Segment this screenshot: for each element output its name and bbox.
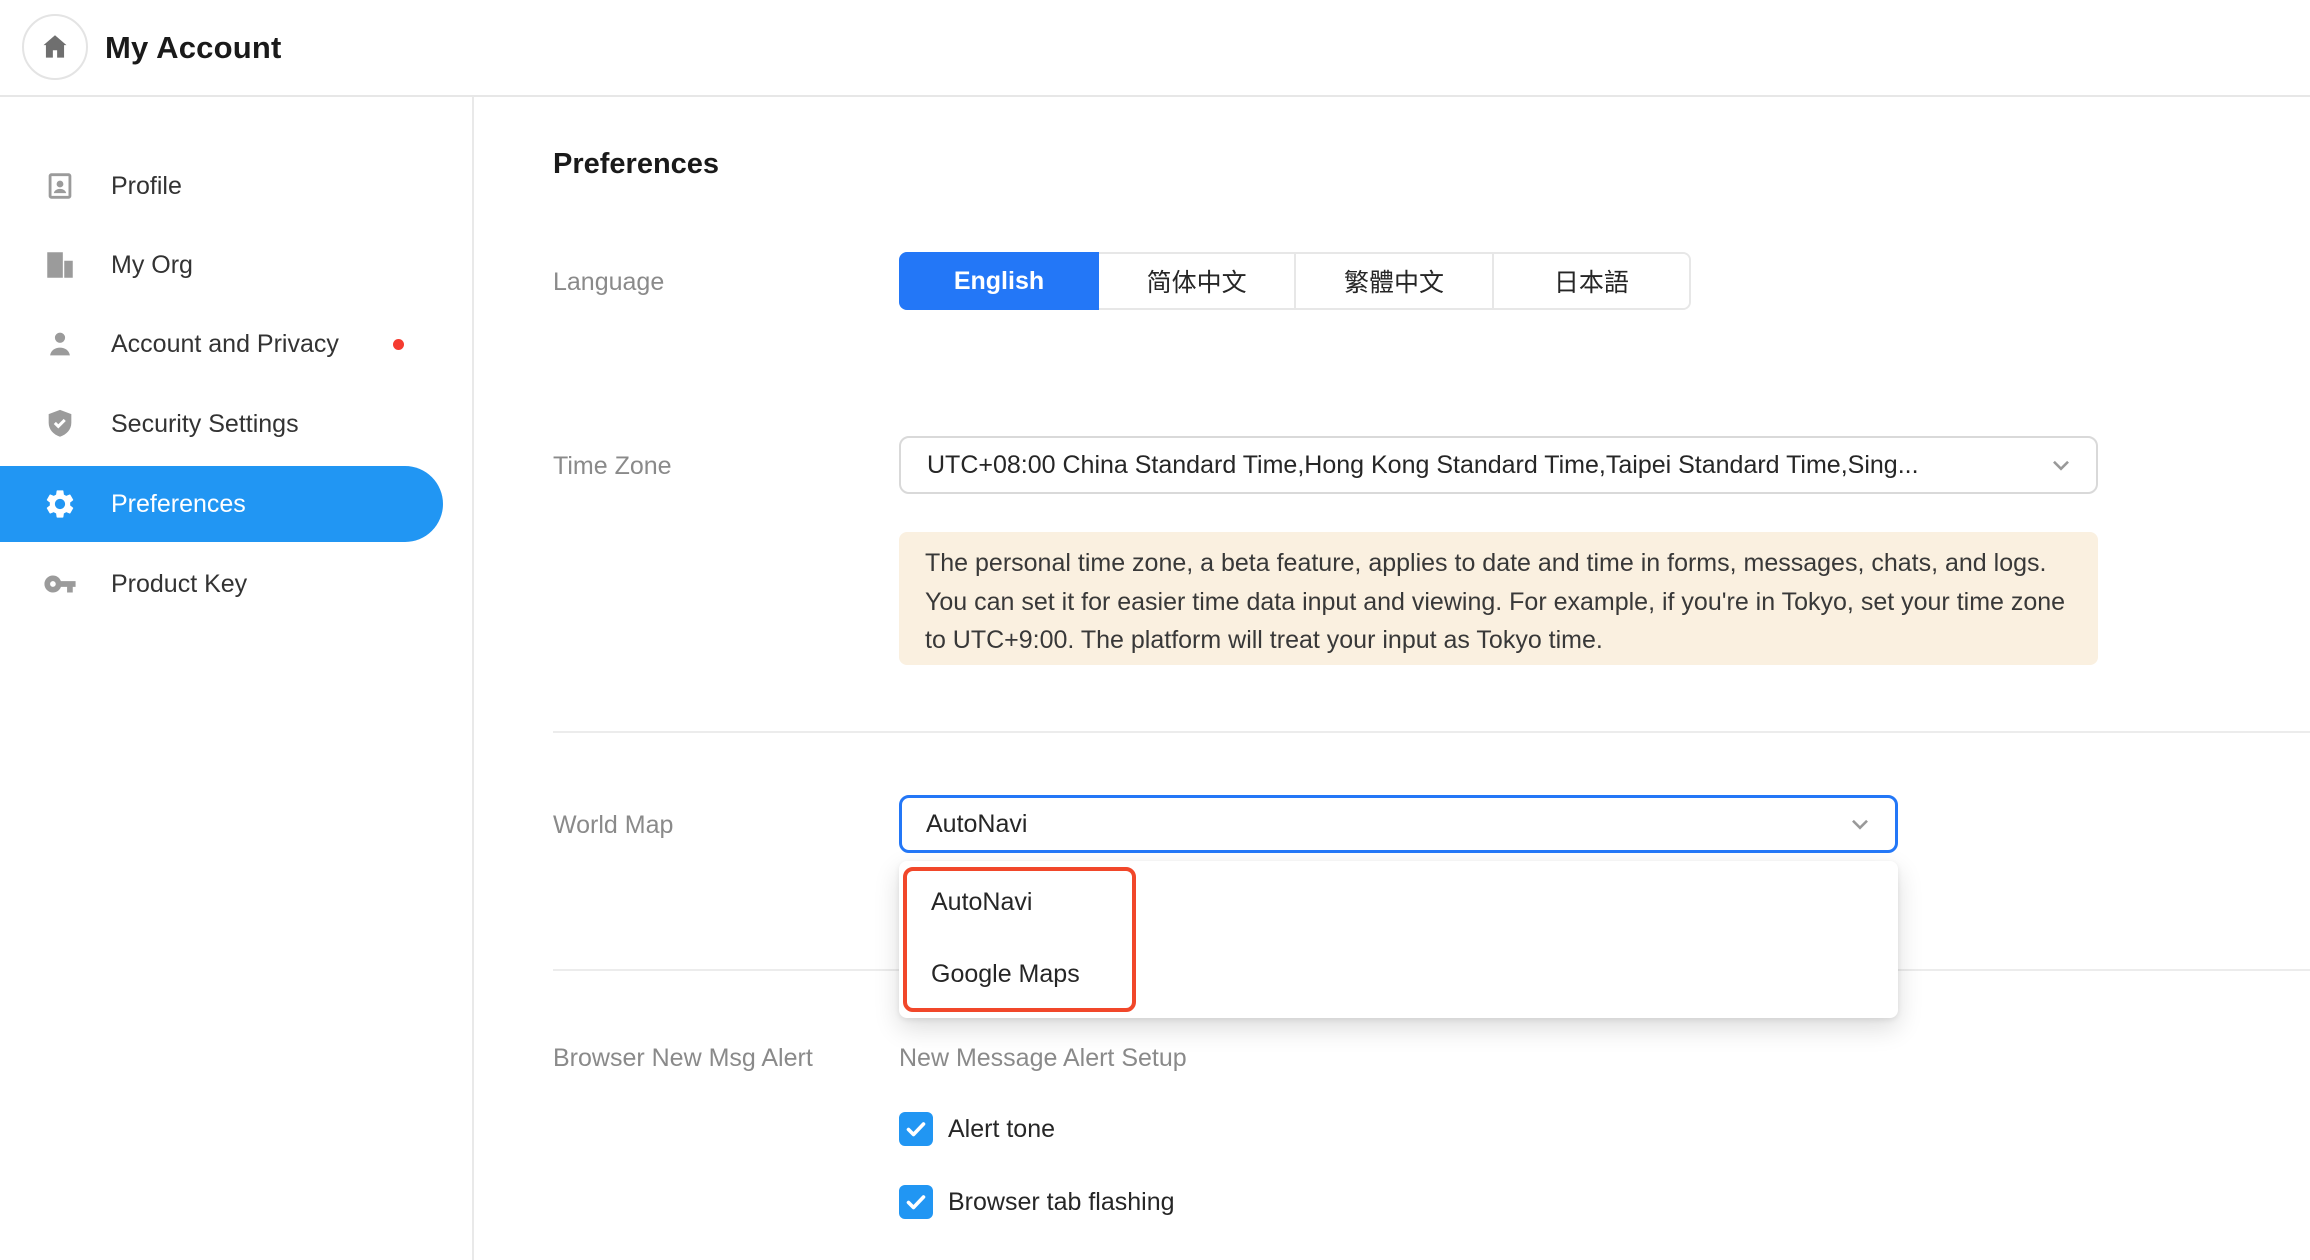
sidebar-item-label: Product Key <box>111 570 247 599</box>
time-zone-label: Time Zone <box>553 452 672 481</box>
sidebar-item-preferences[interactable]: Preferences <box>0 466 443 542</box>
chevron-down-icon <box>2048 452 2074 478</box>
sidebar-item-security-settings[interactable]: Security Settings <box>0 386 443 462</box>
sidebar-item-label: Preferences <box>111 490 246 519</box>
browser-alert-label: Browser New Msg Alert <box>553 1044 813 1073</box>
new-message-alert-setup-label: New Message Alert Setup <box>899 1044 1187 1073</box>
sidebar: Profile My Org Account and Privacy Secur… <box>0 97 474 1260</box>
page-title: My Account <box>105 0 282 95</box>
time-zone-info: The personal time zone, a beta feature, … <box>899 532 2098 665</box>
shield-check-icon <box>42 406 78 442</box>
key-icon <box>42 566 78 602</box>
browser-tab-flashing-checkbox-row[interactable]: Browser tab flashing <box>899 1185 1175 1219</box>
sidebar-item-label: My Org <box>111 251 193 280</box>
world-map-dropdown: AutoNavi Google Maps <box>899 861 1898 1018</box>
app-root: My Account Profile My Org Account and Pr… <box>0 0 2310 1260</box>
language-option-japanese[interactable]: 日本語 <box>1494 254 1689 308</box>
sidebar-item-product-key[interactable]: Product Key <box>0 546 443 622</box>
browser-tab-flashing-label: Browser tab flashing <box>948 1188 1175 1217</box>
gear-icon <box>42 486 78 522</box>
world-map-select[interactable]: AutoNavi <box>899 795 1898 853</box>
header: My Account <box>0 0 2310 97</box>
checkbox-checked-icon[interactable] <box>899 1112 933 1146</box>
alert-tone-checkbox-row[interactable]: Alert tone <box>899 1112 1055 1146</box>
dropdown-option-autonavi[interactable]: AutoNavi <box>899 866 1898 938</box>
language-label: Language <box>553 268 664 297</box>
section-title: Preferences <box>553 148 719 181</box>
language-segmented-control: English 简体中文 繁體中文 日本語 <box>899 252 1691 310</box>
time-zone-value: UTC+08:00 China Standard Time,Hong Kong … <box>901 451 1919 480</box>
home-icon <box>39 31 71 63</box>
sidebar-item-label: Security Settings <box>111 410 299 439</box>
section-divider <box>553 731 2310 733</box>
notification-dot <box>393 339 404 350</box>
dropdown-option-google-maps[interactable]: Google Maps <box>899 938 1898 1010</box>
world-map-value: AutoNavi <box>902 810 1027 839</box>
person-icon <box>42 326 78 362</box>
sidebar-item-profile[interactable]: Profile <box>0 148 443 224</box>
sidebar-item-label: Account and Privacy <box>111 330 339 359</box>
id-card-icon <box>42 168 78 204</box>
language-option-english[interactable]: English <box>899 252 1099 310</box>
alert-tone-label: Alert tone <box>948 1115 1055 1144</box>
sidebar-item-my-org[interactable]: My Org <box>0 227 443 303</box>
building-icon <box>42 247 78 283</box>
time-zone-select[interactable]: UTC+08:00 China Standard Time,Hong Kong … <box>899 436 2098 494</box>
checkbox-checked-icon[interactable] <box>899 1185 933 1219</box>
home-button[interactable] <box>22 14 88 80</box>
world-map-label: World Map <box>553 811 673 840</box>
language-option-simplified-chinese[interactable]: 简体中文 <box>1099 254 1296 308</box>
sidebar-item-label: Profile <box>111 172 182 201</box>
sidebar-item-account-privacy[interactable]: Account and Privacy <box>0 306 443 382</box>
chevron-down-icon <box>1847 811 1873 837</box>
language-option-traditional-chinese[interactable]: 繁體中文 <box>1296 254 1493 308</box>
